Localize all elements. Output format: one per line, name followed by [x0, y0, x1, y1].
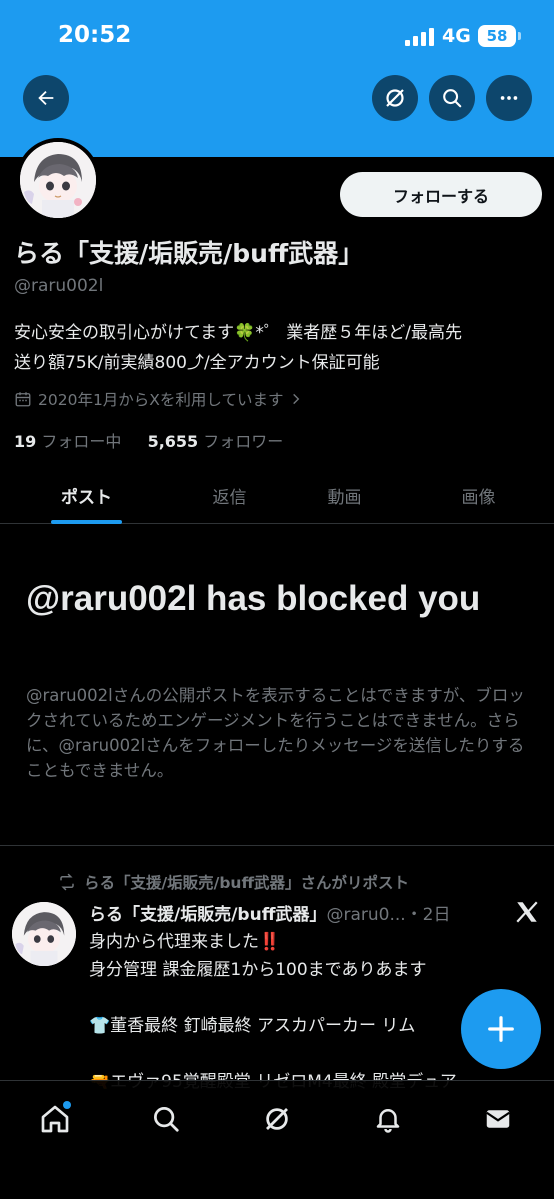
post-header: らる「支援/垢販売/buff武器」@raru0...・2日	[89, 900, 450, 925]
plus-icon	[488, 1016, 514, 1042]
calendar-icon	[15, 392, 31, 407]
tab-label: 返信	[212, 487, 247, 508]
following-label: フォロー中	[41, 432, 122, 451]
tab-posts[interactable]: ポスト	[35, 466, 138, 524]
post-text-line: 身分管理 課金履歴1から100までありあます	[89, 960, 427, 980]
x-logo-icon	[516, 901, 538, 923]
search-icon	[154, 1107, 179, 1132]
tab-label: 画像	[461, 487, 496, 508]
signal-icon	[405, 28, 434, 46]
nav-home[interactable]	[35, 1099, 75, 1139]
compose-button[interactable]	[461, 989, 541, 1069]
follow-button[interactable]: フォローする	[340, 172, 542, 217]
post-author-meta: @raru0...・2日	[326, 905, 451, 925]
search-icon	[443, 89, 462, 108]
status-time: 20:52	[58, 22, 132, 48]
joined-date[interactable]: 2020年1月からXを利用しています	[14, 388, 303, 410]
grok-icon	[266, 1108, 288, 1130]
status-bar: 20:52 4G 58	[0, 0, 554, 72]
post-avatar[interactable]	[12, 902, 76, 966]
nav-messages[interactable]	[478, 1099, 518, 1139]
bottom-nav	[0, 1080, 554, 1199]
divider	[0, 845, 554, 846]
nav-notifications[interactable]	[368, 1099, 408, 1139]
arrow-left-icon	[38, 90, 54, 106]
profile-avatar[interactable]	[16, 138, 100, 222]
battery-indicator: 58	[478, 25, 521, 47]
tab-images[interactable]: 画像	[427, 466, 530, 524]
post-text-line: 身内から代理来ました‼️	[89, 932, 281, 952]
repost-icon	[60, 873, 74, 891]
profile-tabs: ポスト 返信 動画 画像	[0, 466, 554, 524]
bio-line: 送り額75K/前実績800⤴︎/全アカウント保証可能	[14, 353, 380, 373]
joined-text: 2020年1月からXを利用しています	[38, 391, 284, 409]
search-button[interactable]	[429, 75, 475, 121]
bio-line: 安心安全の取引心がけてます🍀*゜ 業者歴５年ほど/最高先	[14, 323, 462, 343]
messages-icon	[486, 1110, 510, 1128]
avatar-image	[12, 902, 76, 966]
active-tab-indicator	[51, 520, 122, 524]
tab-videos[interactable]: 動画	[293, 466, 396, 524]
network-type: 4G	[442, 25, 471, 47]
notifications-icon	[376, 1109, 400, 1133]
followers-label: フォロワー	[203, 432, 284, 451]
grok-button[interactable]	[372, 75, 418, 121]
follow-counts: 19 フォロー中 5,655 フォロワー	[14, 428, 283, 452]
profile-display-name: らる「支援/垢販売/buff武器」	[14, 239, 364, 268]
back-button[interactable]	[23, 75, 69, 121]
chevron-right-icon	[293, 393, 300, 405]
nav-grok[interactable]	[257, 1099, 297, 1139]
following-count: 19	[14, 432, 37, 451]
blocked-title: @raru002l has blocked you	[26, 579, 481, 618]
followers-link[interactable]: 5,655 フォロワー	[148, 432, 284, 451]
profile-bio: 安心安全の取引心がけてます🍀*゜ 業者歴５年ほど/最高先 送り額75K/前実績8…	[14, 318, 544, 378]
following-link[interactable]: 19 フォロー中	[14, 432, 121, 451]
blocked-description: @raru002lさんの公開ポストを表示することはできますが、ブロックされている…	[26, 686, 525, 780]
more-button[interactable]	[486, 75, 532, 121]
avatar-image	[20, 142, 96, 218]
repost-label: らる「支援/垢販売/buff武器」さんがリポスト	[84, 874, 410, 892]
tab-replies[interactable]: 返信	[178, 466, 281, 524]
more-icon	[500, 96, 518, 100]
tab-label: 動画	[327, 487, 362, 508]
grok-icon	[386, 89, 404, 107]
profile-handle: @raru002l	[14, 276, 104, 296]
followers-count: 5,655	[147, 432, 199, 451]
notification-dot	[63, 1101, 71, 1109]
tab-label: ポスト	[61, 487, 112, 508]
repost-indicator: らる「支援/垢販売/buff武器」さんがリポスト	[58, 871, 409, 893]
nav-search[interactable]	[146, 1099, 186, 1139]
post-author-name[interactable]: らる「支援/垢販売/buff武器」	[89, 905, 326, 925]
